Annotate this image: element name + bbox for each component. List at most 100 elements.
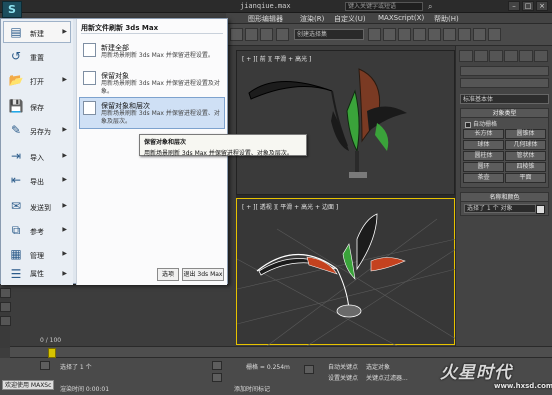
geosphere-button[interactable]: 几何球体 (505, 140, 546, 150)
chevron-right-icon: ▶ (62, 226, 67, 233)
pyramid-button[interactable]: 四棱锥 (505, 162, 546, 172)
app-menu-save[interactable]: 💾 保存 (3, 95, 71, 117)
render-icon[interactable] (488, 28, 501, 41)
angle-snap-icon[interactable] (245, 28, 258, 41)
isolate-icon[interactable] (212, 373, 222, 382)
keep-objects-item[interactable]: 保留对象 用新场景刷新 3ds Max 并保留进程设置及对象。 (79, 67, 225, 97)
minimize-icon[interactable]: – (508, 1, 520, 11)
keep-objects-icon (83, 71, 96, 85)
plant-model-perspective (236, 213, 457, 347)
create-tab-icon[interactable] (459, 50, 473, 62)
tube-button[interactable]: 管状体 (505, 151, 546, 161)
app-menu-save-label: 保存 (30, 104, 44, 112)
app-menu-import[interactable]: ⇥ 导入 ▶ (3, 145, 71, 167)
menu-rendering[interactable]: 渲染(R) (300, 14, 324, 24)
render-setup-icon[interactable] (458, 28, 471, 41)
application-button[interactable]: S (2, 1, 22, 18)
box-button[interactable]: 长方体 (463, 129, 504, 139)
perspective-viewport-label[interactable]: [ + ][ 透视 ][ 平滑 + 高光 + 边面 ] (242, 202, 338, 211)
material-editor-icon[interactable] (443, 28, 456, 41)
torus-button[interactable]: 圆环 (463, 162, 504, 172)
mirror-icon[interactable] (368, 28, 381, 41)
selected-objects-dropdown[interactable]: 选定对象 (366, 362, 390, 371)
hxsd-watermark-logo: 火星时代 www.hxsd.com (440, 358, 552, 395)
modify-tab-icon[interactable] (474, 50, 488, 62)
menu-graph-editors[interactable]: 图形编辑器 (248, 14, 283, 24)
front-viewport-label[interactable]: [ + ][ 前 ][ 平滑 + 高光 ] (242, 54, 311, 63)
submenu-divider (81, 33, 223, 34)
menu-customize[interactable]: 自定义(U) (334, 14, 366, 24)
app-menu-export[interactable]: ⇤ 导出 ▶ (3, 169, 71, 191)
absolute-mode-icon[interactable] (212, 361, 222, 370)
app-menu-reference[interactable]: ⧉ 参考 ▶ (3, 219, 71, 241)
front-viewport[interactable]: [ + ][ 前 ][ 平滑 + 高光 ] (236, 50, 455, 195)
key-filters-button[interactable]: 关键点过滤器... (366, 373, 408, 382)
time-slider[interactable]: 0 / 100 (10, 337, 552, 358)
chevron-right-icon: ▶ (62, 250, 67, 257)
settings-tool-icon[interactable] (0, 316, 11, 326)
exit-button[interactable]: 退出 3ds Max (182, 268, 224, 281)
app-menu-properties[interactable]: ☰ 属性 ▶ (3, 263, 71, 283)
app-menu-new[interactable]: ▤ 新建 ▶ (3, 21, 71, 43)
named-selection-set[interactable]: 创建选择集 (294, 29, 364, 40)
maxscript-listener[interactable]: 欢迎使用 MAXSc (2, 380, 54, 390)
plane-button[interactable]: 平面 (505, 173, 546, 183)
menu-bar: 图形编辑器 渲染(R) 自定义(U) MAXScript(X) 帮助(H) (226, 13, 552, 24)
search-input[interactable]: 键入关键字或短语 (345, 2, 423, 11)
maximize-icon[interactable]: □ (522, 1, 534, 11)
time-slider-thumb[interactable] (48, 348, 56, 358)
close-icon[interactable]: × (536, 1, 548, 11)
render-frame-icon[interactable] (473, 28, 486, 41)
hierarchy-tab-icon[interactable] (489, 50, 503, 62)
app-menu-manage[interactable]: ▦ 管理 ▶ (3, 243, 71, 265)
spinner-snap-icon[interactable] (276, 28, 289, 41)
chevron-right-icon: ▶ (62, 28, 67, 35)
object-category-icons[interactable] (460, 66, 549, 76)
layer-tool-icon[interactable] (0, 302, 11, 312)
app-menu-import-label: 导入 (30, 154, 44, 162)
new-all-item[interactable]: 新建全部 用新场景刷新 3ds Max 并保留进程设置。 (79, 39, 225, 69)
app-menu-save-as[interactable]: ✎ 另存为 ▶ (3, 119, 71, 141)
align-icon[interactable] (383, 28, 396, 41)
viewport-tool-icon[interactable] (0, 288, 11, 298)
app-menu-send-to[interactable]: ✉ 发送到 ▶ (3, 195, 71, 217)
teapot-button[interactable]: 茶壶 (463, 173, 504, 183)
watermark-url: www.hxsd.com (494, 382, 552, 390)
object-name-field[interactable]: 选择了 1 个 对象 (464, 204, 536, 213)
auto-key-button[interactable]: 自动关键点 (328, 362, 358, 371)
curve-editor-icon[interactable] (413, 28, 426, 41)
tooltip-text: 用新场景刷新 3ds Max 并保留进程设置、对象及层次。 (144, 150, 293, 157)
snap-icon[interactable] (230, 28, 243, 41)
chevron-right-icon: ▶ (62, 152, 67, 159)
selection-lock-icon[interactable] (40, 361, 50, 370)
add-time-tag-button[interactable]: 添加时间标记 (234, 384, 270, 393)
percent-snap-icon[interactable] (260, 28, 273, 41)
layer-manager-icon[interactable] (398, 28, 411, 41)
menu-help[interactable]: 帮助(H) (434, 14, 459, 24)
autogrid-checkbox[interactable]: 自动栅格 (461, 118, 548, 128)
utilities-tab-icon[interactable] (534, 50, 548, 62)
export-icon: ⇤ (10, 173, 22, 187)
key-icon[interactable] (304, 365, 314, 374)
options-button[interactable]: 选项 (157, 268, 179, 281)
keep-objects-hierarchy-item[interactable]: 保留对象和层次 用新场景刷新 3ds Max 并保留进程设置、对象及层次。 (79, 97, 225, 129)
sphere-button[interactable]: 球体 (463, 140, 504, 150)
motion-tab-icon[interactable] (504, 50, 518, 62)
display-tab-icon[interactable] (519, 50, 533, 62)
frame-counter: 0 / 100 (40, 337, 62, 344)
object-subcategory-icons[interactable] (460, 78, 549, 88)
reference-icon: ⧉ (11, 223, 21, 237)
object-type-header[interactable]: 对象类型 (461, 109, 548, 118)
cylinder-button[interactable]: 圆柱体 (463, 151, 504, 161)
cone-button[interactable]: 圆锥体 (505, 129, 546, 139)
search-icon[interactable]: ⌕ (428, 2, 438, 11)
category-dropdown[interactable]: 标准基本体 (460, 94, 549, 104)
schematic-view-icon[interactable] (428, 28, 441, 41)
object-color-swatch[interactable] (536, 205, 545, 214)
menu-maxscript[interactable]: MAXScript(X) (378, 14, 424, 22)
perspective-viewport[interactable]: [ + ][ 透视 ][ 平滑 + 高光 + 边面 ] (236, 198, 457, 347)
name-color-header[interactable]: 名称和颜色 (461, 193, 548, 202)
set-key-button[interactable]: 设置关键点 (328, 373, 358, 382)
app-menu-open[interactable]: 📂 打开 ▶ (3, 69, 71, 91)
app-menu-reset[interactable]: ↺ 重置 (3, 45, 71, 67)
